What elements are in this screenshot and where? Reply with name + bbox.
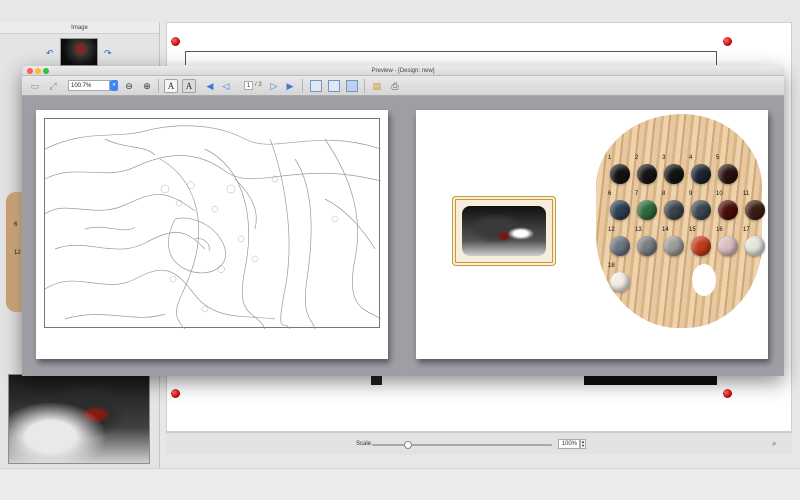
palette-thumb-hole xyxy=(692,264,716,296)
paint-swatch xyxy=(610,164,630,184)
paint-number-label: 4 xyxy=(689,155,693,161)
next-page-icon[interactable]: ▷ xyxy=(268,79,280,93)
paint-swatch xyxy=(664,164,684,184)
fit-page-icon[interactable]: ▭ xyxy=(28,79,42,93)
paint-swatch xyxy=(637,200,657,220)
zoom-in-icon[interactable]: ⊕ xyxy=(140,79,154,93)
paint-swatch xyxy=(691,164,711,184)
previous-page-icon[interactable]: ◁ xyxy=(220,79,232,93)
preview-window: Preview - [Design: new] ▭ ⤢ 100.7% ▾ ⊖ ⊕… xyxy=(22,66,784,376)
paint-number-label: 15 xyxy=(689,227,696,233)
palette-edge-number: 12 xyxy=(14,250,21,256)
paint-number-label: 3 xyxy=(662,155,666,161)
preview-title: Preview - [Design: new] xyxy=(371,68,435,74)
paint-swatch xyxy=(610,200,630,220)
paint-swatch xyxy=(664,236,684,256)
two-page-icon[interactable] xyxy=(328,80,340,92)
magnifier-icon[interactable]: ⌕ xyxy=(772,439,782,449)
image-thumbnail[interactable] xyxy=(60,38,98,66)
toolbar-separator xyxy=(302,79,303,93)
paint-number-label: 13 xyxy=(635,227,642,233)
preview-titlebar: Preview - [Design: new] xyxy=(22,66,784,76)
close-window-button[interactable] xyxy=(27,68,33,74)
paint-number-label: 7 xyxy=(635,191,639,197)
minimize-window-button[interactable] xyxy=(35,68,41,74)
toolbar-separator xyxy=(364,79,365,93)
lineart-drawing xyxy=(44,118,382,330)
scale-slider-knob[interactable] xyxy=(404,441,412,449)
paint-number-label: 8 xyxy=(662,191,666,197)
paint-swatch xyxy=(610,272,630,292)
preview-toolbar: ▭ ⤢ 100.7% ▾ ⊖ ⊕ A A ◀ ◁ 1 / 3 ▷ ▶ ▤ ⎙ xyxy=(22,76,784,96)
source-photo xyxy=(8,374,150,464)
paint-number-label: 18 xyxy=(608,263,615,269)
corner-pin-icon[interactable] xyxy=(723,389,732,398)
scale-label: Scale xyxy=(356,441,372,447)
paint-swatch xyxy=(610,236,630,256)
text-smaller-button[interactable]: A xyxy=(164,79,178,93)
framed-photo xyxy=(462,206,546,256)
preview-page-palette: 1 2 3 4 5 6 7 8 9 10 11 12 13 14 15 16 17 18 xyxy=(416,110,768,359)
image-panel-title: Image xyxy=(0,22,159,34)
paint-number-label: 1 xyxy=(608,155,612,161)
paint-number-label: 9 xyxy=(689,191,693,197)
paint-number-label: 6 xyxy=(608,191,612,197)
fit-width-icon[interactable]: ⤢ xyxy=(46,79,60,93)
export-pdf-icon[interactable]: ▤ xyxy=(370,79,384,93)
text-larger-button[interactable]: A xyxy=(182,79,196,93)
toolbar-separator xyxy=(158,79,159,93)
status-strip xyxy=(0,468,800,500)
zoom-dropdown-icon[interactable]: ▾ xyxy=(110,80,118,91)
last-page-icon[interactable]: ▶ xyxy=(284,79,296,93)
preview-page-lineart xyxy=(36,110,388,359)
paint-number-label: 11 xyxy=(743,191,750,197)
app-root: Image ↶ ↷ 6 12 Scale 100% ▲ ▼ ⌕ Preview … xyxy=(0,0,800,500)
paint-palette: 1 2 3 4 5 6 7 8 9 10 11 12 13 14 15 16 17 18 xyxy=(596,114,765,328)
zoom-out-icon[interactable]: ⊖ xyxy=(122,79,136,93)
paint-number-label: 2 xyxy=(635,155,639,161)
paint-swatch xyxy=(691,200,711,220)
paint-swatch xyxy=(718,236,738,256)
paint-number-label: 5 xyxy=(716,155,720,161)
single-page-icon[interactable] xyxy=(310,80,322,92)
palette-edge-number: 6 xyxy=(14,222,18,228)
scale-bar: Scale 100% ▲ ▼ ⌕ xyxy=(166,432,792,454)
rotate-left-icon[interactable]: ↶ xyxy=(46,48,54,59)
paint-swatch xyxy=(745,200,765,220)
print-icon[interactable]: ⎙ xyxy=(388,79,402,93)
paint-swatch xyxy=(637,164,657,184)
maximize-window-button[interactable] xyxy=(43,68,49,74)
paint-number-label: 14 xyxy=(662,227,669,233)
corner-pin-icon[interactable] xyxy=(171,37,180,46)
thumbnail-area: ↶ ↷ xyxy=(0,34,159,68)
paint-swatch xyxy=(718,164,738,184)
scale-slider[interactable] xyxy=(372,441,552,449)
paint-swatch xyxy=(664,200,684,220)
corner-pin-icon[interactable] xyxy=(171,389,180,398)
rotate-right-icon[interactable]: ↷ xyxy=(104,48,112,59)
paint-swatch xyxy=(718,200,738,220)
scale-stepper[interactable]: ▲ ▼ xyxy=(580,439,586,449)
paint-number-label: 17 xyxy=(743,227,750,233)
paint-number-label: 10 xyxy=(716,191,723,197)
lineart-svg xyxy=(44,125,382,330)
paint-swatch xyxy=(745,236,765,256)
page-number-field[interactable]: 1 xyxy=(244,81,253,90)
ornate-image-frame xyxy=(452,196,556,266)
paint-swatch xyxy=(637,236,657,256)
canvas-lineart-top xyxy=(185,51,717,65)
paint-number-label: 16 xyxy=(716,227,723,233)
grid-page-icon[interactable] xyxy=(346,80,358,92)
paint-swatch xyxy=(691,236,711,256)
corner-pin-icon[interactable] xyxy=(723,37,732,46)
first-page-icon[interactable]: ◀ xyxy=(204,79,216,93)
page-total: / 3 xyxy=(255,82,262,88)
scale-value-field[interactable]: 100% xyxy=(558,439,580,449)
zoom-field[interactable]: 100.7% xyxy=(68,80,110,91)
paint-number-label: 12 xyxy=(608,227,615,233)
